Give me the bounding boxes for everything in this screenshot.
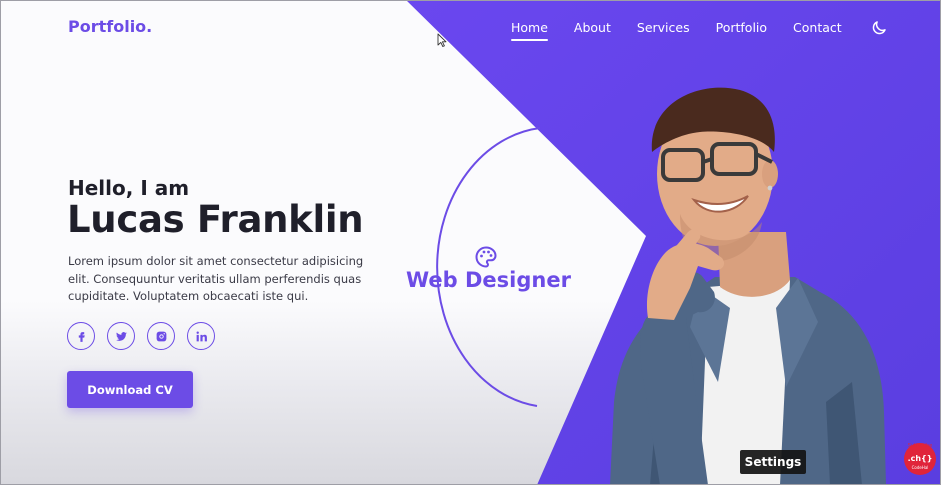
subscribe-badge[interactable]: Subscribe .ch{} CodeHal xyxy=(900,438,940,478)
twitter-link[interactable] xyxy=(107,322,135,350)
main-nav: Home About Services Portfolio Contact xyxy=(511,20,888,41)
social-links xyxy=(67,322,227,350)
linkedin-icon xyxy=(196,331,207,341)
hero-greeting: Hello, I am xyxy=(68,176,190,200)
nav-home[interactable]: Home xyxy=(511,20,548,41)
nav-about[interactable]: About xyxy=(574,20,611,41)
moon-icon[interactable] xyxy=(870,19,888,37)
settings-tooltip: Settings xyxy=(740,450,806,474)
palette-icon xyxy=(475,246,497,268)
badge-top-text: Subscribe xyxy=(908,443,933,449)
facebook-link[interactable] xyxy=(67,322,95,350)
hero-description: Lorem ipsum dolor sit amet consectetur a… xyxy=(68,254,364,303)
hero-role: Web Designer xyxy=(406,268,571,292)
facebook-icon xyxy=(78,331,85,342)
profile-photo xyxy=(610,87,886,485)
page-frame: Portfolio. Home About Services Portfolio… xyxy=(0,0,941,485)
badge-mid-text: .ch{} xyxy=(908,454,933,463)
badge-bottom-text: CodeHal xyxy=(912,465,929,470)
linkedin-link[interactable] xyxy=(187,322,215,350)
twitter-icon xyxy=(115,331,127,341)
mouse-cursor-icon xyxy=(437,33,447,47)
hero-name: Lucas Franklin xyxy=(67,198,364,241)
logo[interactable]: Portfolio. xyxy=(68,17,152,36)
instagram-link[interactable] xyxy=(147,322,175,350)
nav-services[interactable]: Services xyxy=(637,20,690,41)
nav-portfolio[interactable]: Portfolio xyxy=(716,20,767,41)
instagram-icon xyxy=(156,331,166,341)
download-cv-button[interactable]: Download CV xyxy=(67,371,193,408)
nav-contact[interactable]: Contact xyxy=(793,20,842,41)
